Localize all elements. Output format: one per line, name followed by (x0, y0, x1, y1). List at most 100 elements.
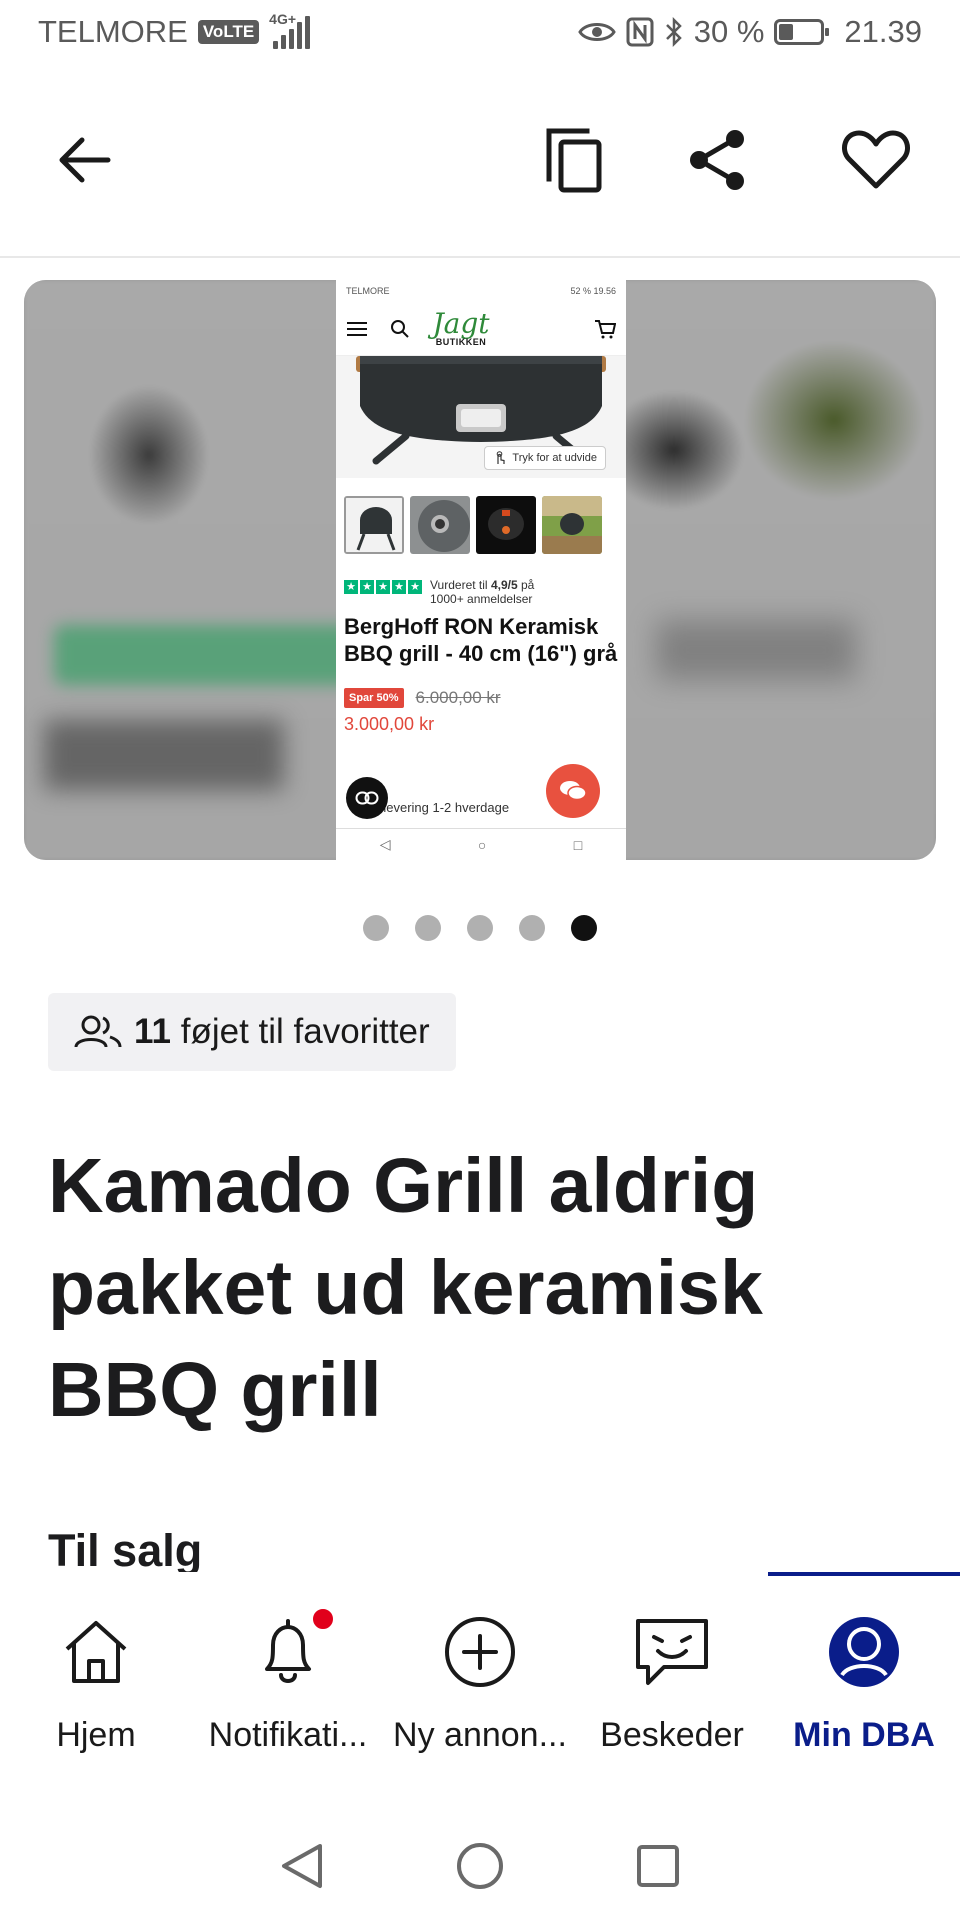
share-icon (690, 130, 744, 190)
rating-row: ★ ★ ★ ★ ★ Vurderet til 4,9/5 på 1000+ an… (336, 560, 626, 611)
profile-icon (829, 1617, 899, 1687)
nav-new-listing-label: Ny annon... (393, 1716, 567, 1754)
search-icon (391, 319, 409, 338)
signal-icon: 4G+ (269, 11, 311, 49)
old-price: 6.000,00 kr (415, 687, 501, 707)
heart-icon (842, 130, 910, 189)
nav-my-dba[interactable]: Min DBA (768, 1612, 960, 1755)
thumbnail (344, 496, 404, 554)
system-back-button[interactable] (272, 1836, 332, 1896)
cart-icon (594, 319, 616, 338)
pager-dot[interactable] (519, 915, 545, 941)
back-button[interactable] (42, 118, 126, 202)
favorites-count-chip: 11 føjet til favoritter (48, 993, 456, 1071)
sale-badge: Spar 50% (344, 687, 404, 708)
volte-badge: VoLTE (197, 20, 260, 44)
pager-dot[interactable] (467, 915, 493, 941)
logo-subtext: BUTIKKEN (435, 337, 487, 347)
copy-button[interactable] (532, 118, 616, 202)
status-bar: TELMORE VoLTE 4G+ 30 % 21.39 (0, 0, 960, 64)
thumbnail (542, 496, 602, 554)
star-icon: ★ (392, 580, 406, 594)
expand-label: Tryk for at udvide (512, 452, 597, 464)
link-icon (346, 777, 388, 819)
star-icon: ★ (344, 580, 358, 594)
nav-notifications[interactable]: Notifikati... (192, 1606, 384, 1755)
nfc-icon (626, 17, 654, 47)
system-recents-button[interactable] (628, 1836, 688, 1896)
section-heading: Til salg (48, 1525, 203, 1576)
nav-notifications-label: Notifikati... (208, 1716, 368, 1754)
nav-new-listing[interactable]: Ny annon... (384, 1612, 576, 1755)
home-circle-icon: ○ (477, 836, 487, 853)
image-status-bar: TELMORE 52 % 19.56 (336, 280, 626, 302)
trustpilot-stars: ★ ★ ★ ★ ★ (344, 580, 422, 594)
chat-icon (636, 1619, 708, 1685)
eye-icon (577, 23, 616, 41)
nav-messages-label: Beskeder (600, 1716, 744, 1754)
star-icon: ★ (376, 580, 390, 594)
arrow-left-icon (59, 137, 111, 183)
copy-icon (546, 128, 602, 193)
product-title: BergHoff RON Keramisk BBQ grill - 40 cm … (344, 613, 618, 667)
home-icon (65, 1621, 127, 1683)
blurred-shape (656, 620, 856, 680)
nav-my-dba-label: Min DBA (793, 1716, 935, 1754)
logo-text: Jagt (432, 307, 490, 340)
share-button[interactable] (676, 118, 760, 202)
recents-square-icon (637, 1845, 679, 1887)
back-triangle-icon: ◁ (379, 836, 391, 852)
nav-home-label: Hjem (56, 1716, 136, 1754)
network-type: 4G+ (269, 11, 297, 27)
image-carousel[interactable]: TELMORE 52 % 19.56 Jagt BUTIKKEN Tryk fo… (24, 280, 936, 860)
favorite-button[interactable] (834, 118, 918, 202)
image-system-nav: ◁ ○ □ (336, 828, 626, 860)
favorites-label: føjet til favoritter (180, 1012, 430, 1051)
image-carrier: TELMORE (346, 286, 390, 296)
product-photo: Tryk for at udvide (336, 356, 626, 478)
plus-circle-icon (445, 1617, 515, 1687)
star-icon: ★ (408, 580, 422, 594)
pager-dot[interactable] (571, 915, 597, 941)
star-icon: ★ (360, 580, 374, 594)
new-price: 3.000,00 kr (344, 713, 435, 734)
recents-square-icon: □ (573, 836, 583, 853)
blurred-shape (54, 625, 374, 685)
price-row: Spar 50% 6.000,00 kr (336, 670, 626, 708)
pager-dot[interactable] (363, 915, 389, 941)
expand-image-button: Tryk for at udvide (484, 446, 606, 470)
thumbnail (476, 496, 536, 554)
chat-bubble-icon (546, 764, 600, 818)
rating-suffix: på (520, 578, 535, 592)
active-tab-indicator (768, 1572, 960, 1576)
nav-messages[interactable]: Beskeder (576, 1612, 768, 1755)
home-circle-icon (457, 1843, 503, 1889)
battery-icon (774, 19, 830, 45)
notification-badge (310, 1606, 336, 1632)
clock: 21.39 (844, 14, 922, 49)
nav-home[interactable]: Hjem (0, 1612, 192, 1755)
blurred-shape (44, 720, 284, 790)
bottom-navigation: Hjem Notifikati... Ny annon... Beskeder … (0, 1572, 960, 1794)
bluetooth-icon (665, 16, 682, 48)
rating-count: 1000+ anmeldelser (430, 592, 533, 607)
battery-percent: 30 % (693, 14, 765, 49)
image-header: Jagt BUTIKKEN (336, 302, 626, 356)
menu-icon (347, 321, 367, 336)
system-home-button[interactable] (450, 1836, 510, 1896)
users-icon (74, 1015, 122, 1048)
system-navigation (0, 1826, 960, 1906)
toolbar-divider (0, 256, 960, 258)
rating-text: Vurderet til 4,9/5 på 1000+ anmeldelser (430, 578, 534, 607)
top-toolbar (0, 100, 960, 220)
tap-icon (497, 451, 506, 464)
shop-logo: Jagt BUTIKKEN (432, 310, 489, 347)
rating-value: 4,9/5 (490, 578, 518, 592)
carrier-name: TELMORE (38, 14, 188, 49)
image-time: 52 % 19.56 (570, 286, 616, 296)
back-triangle-icon (282, 1844, 322, 1888)
pager-dot[interactable] (415, 915, 441, 941)
thumbnail (410, 496, 470, 554)
listing-title: Kamado Grill aldrig pakket ud keramisk B… (48, 1143, 763, 1433)
rating-prefix: Vurderet til (430, 578, 488, 592)
